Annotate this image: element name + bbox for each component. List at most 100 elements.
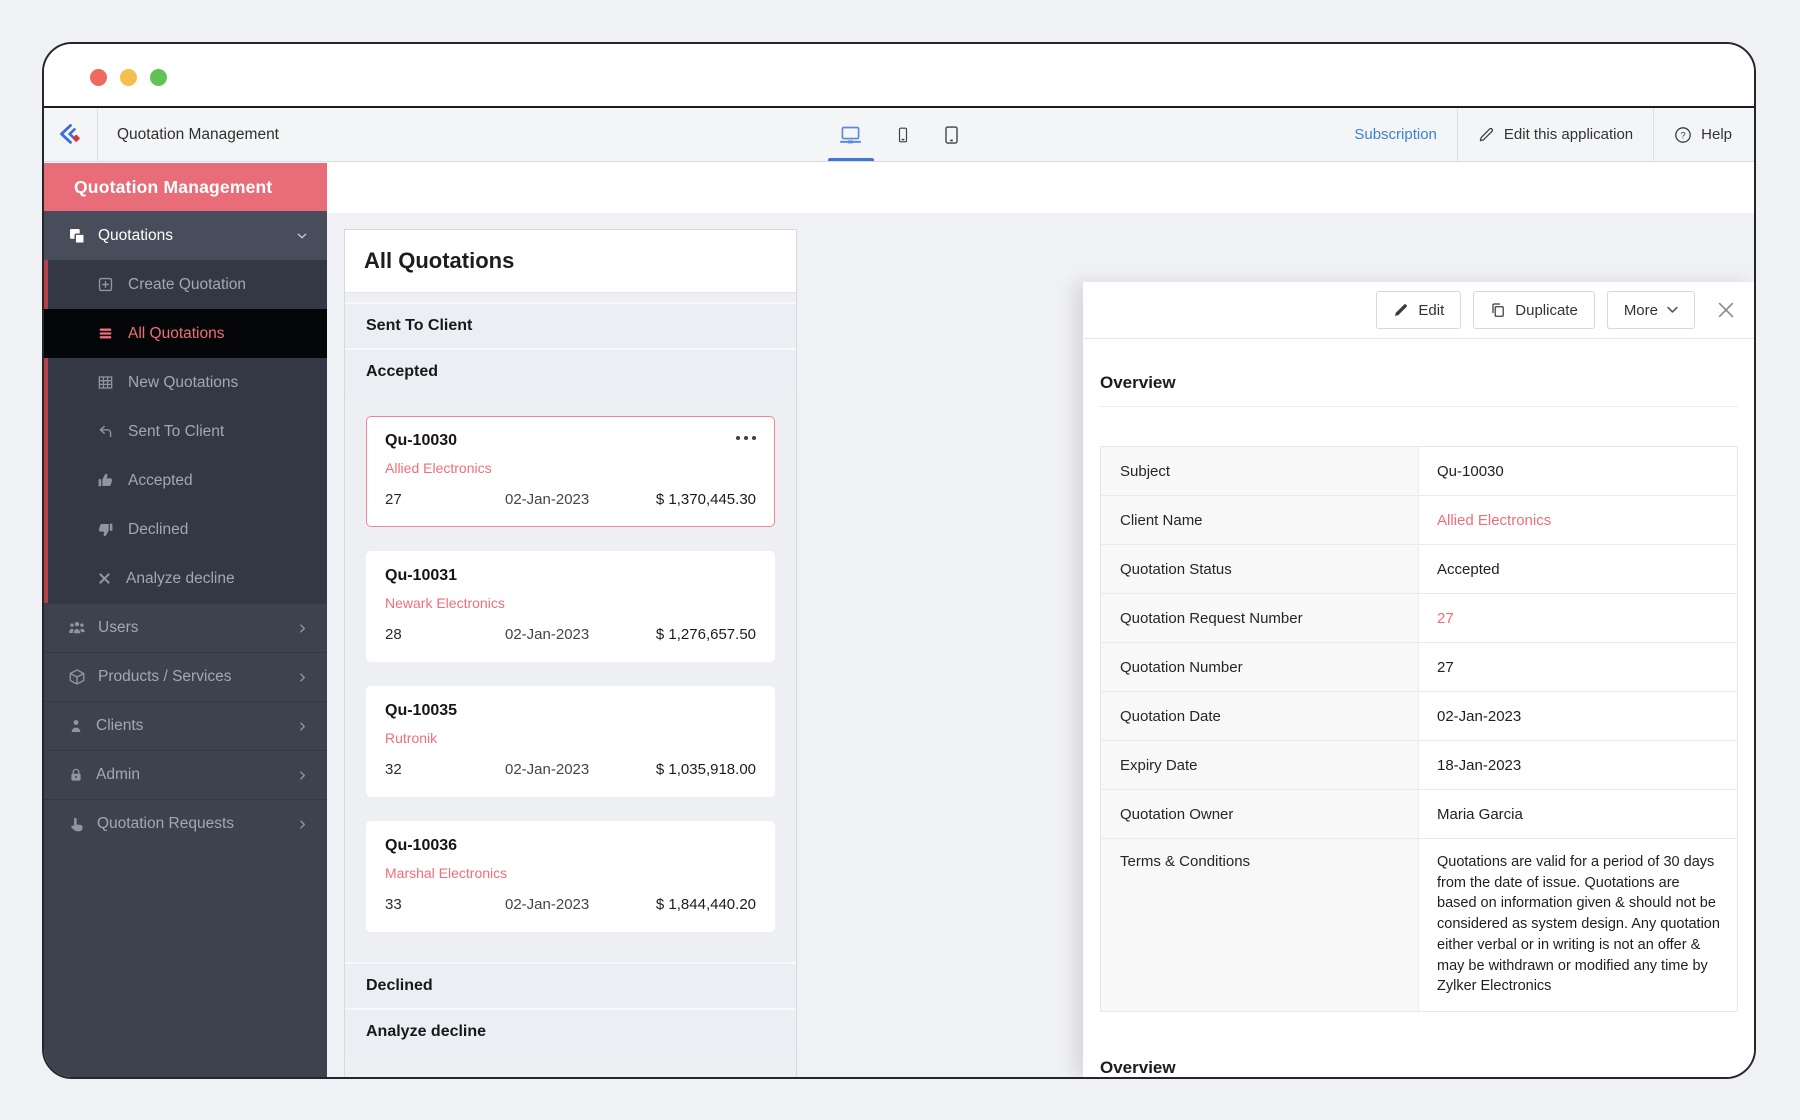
card-amount: $ 1,035,918.00 xyxy=(656,761,756,778)
card-client[interactable]: Marshal Electronics xyxy=(385,865,756,881)
sidebar-item-clients[interactable]: Clients xyxy=(44,701,327,750)
record-detail-panel: Edit Duplicate More Over xyxy=(1083,282,1754,1077)
section-sent-to-client[interactable]: Sent To Client xyxy=(345,302,796,348)
chevron-right-icon xyxy=(296,769,309,782)
card-request-number: 28 xyxy=(385,626,505,643)
zoom-window-icon[interactable] xyxy=(150,69,167,86)
row-label: Quotation Owner xyxy=(1101,790,1419,838)
more-button-label: More xyxy=(1624,302,1658,319)
quotations-list-panel: All Quotations Sent To Client Accepted Q… xyxy=(344,229,797,1079)
edit-button[interactable]: Edit xyxy=(1376,291,1461,329)
more-button[interactable]: More xyxy=(1607,291,1695,329)
card-id: Qu-10030 xyxy=(385,432,457,450)
row-value-link[interactable]: Allied Electronics xyxy=(1419,496,1737,544)
list-panel-header: All Quotations xyxy=(345,230,796,293)
table-row: Quotation Date 02-Jan-2023 xyxy=(1101,692,1737,741)
section-analyze-decline[interactable]: Analyze decline xyxy=(345,1008,796,1054)
card-client[interactable]: Allied Electronics xyxy=(385,460,756,476)
sidebar-item-label: All Quotations xyxy=(128,325,225,343)
row-label: Quotation Status xyxy=(1101,545,1419,593)
table-row: Quotation Request Number 27 xyxy=(1101,594,1737,643)
sidebar-item-sent-to-client[interactable]: Sent To Client xyxy=(48,407,327,456)
active-device-indicator xyxy=(828,158,874,161)
chevron-down-icon xyxy=(295,229,309,243)
tablet-preview-icon[interactable] xyxy=(942,123,962,147)
card-id: Qu-10035 xyxy=(385,702,457,720)
sidebar-app-title: Quotation Management xyxy=(44,163,327,211)
chevron-right-icon xyxy=(296,720,309,733)
table-row: Client Name Allied Electronics xyxy=(1101,496,1737,545)
close-panel-icon[interactable] xyxy=(1717,301,1735,319)
traffic-lights xyxy=(90,69,167,86)
card-date: 02-Jan-2023 xyxy=(505,896,656,913)
users-icon xyxy=(68,619,86,637)
sidebar-item-all-quotations[interactable]: All Quotations xyxy=(44,309,327,358)
thumb-up-icon xyxy=(97,472,114,489)
sidebar-item-label: Accepted xyxy=(128,472,193,490)
quotation-card[interactable]: Qu-10031 Newark Electronics 28 02-Jan-20… xyxy=(366,551,775,662)
card-request-number: 32 xyxy=(385,761,505,778)
quotation-card[interactable]: Qu-10036 Marshal Electronics 33 02-Jan-2… xyxy=(366,821,775,932)
toolbar-divider xyxy=(97,108,98,161)
pencil-icon xyxy=(1393,302,1409,318)
chevron-right-icon xyxy=(296,818,309,831)
app-logo[interactable] xyxy=(44,108,97,161)
row-label: Expiry Date xyxy=(1101,741,1419,789)
plus-square-icon xyxy=(97,276,114,293)
help-button[interactable]: ? Help xyxy=(1654,108,1752,161)
card-id: Qu-10031 xyxy=(385,567,457,585)
section-declined[interactable]: Declined xyxy=(345,962,796,1008)
sidebar-item-create-quotation[interactable]: Create Quotation xyxy=(48,260,327,309)
card-client[interactable]: Newark Electronics xyxy=(385,595,756,611)
table-row: Terms & Conditions Quotations are valid … xyxy=(1101,839,1737,1011)
row-value-link[interactable]: 27 xyxy=(1419,594,1737,642)
close-window-icon[interactable] xyxy=(90,69,107,86)
sidebar-item-users[interactable]: Users xyxy=(44,603,327,652)
chevron-right-icon xyxy=(296,671,309,684)
sidebar-item-admin[interactable]: Admin xyxy=(44,750,327,799)
desktop-preview-icon[interactable] xyxy=(837,123,865,147)
row-label: Quotation Request Number xyxy=(1101,594,1419,642)
table-row: Quotation Owner Maria Garcia xyxy=(1101,790,1737,839)
card-menu-icon[interactable] xyxy=(736,432,756,440)
sidebar-item-declined[interactable]: Declined xyxy=(48,505,327,554)
stacked-squares-icon xyxy=(68,227,86,245)
quotation-card[interactable]: Qu-10030 Allied Electronics 27 02-Jan-20… xyxy=(366,416,775,527)
sidebar-submenu: Create Quotation All Quotations New Quot… xyxy=(44,260,327,603)
top-toolbar: Quotation Management xyxy=(44,108,1754,162)
x-mark-icon xyxy=(97,571,112,586)
sidebar-group-quotations[interactable]: Quotations xyxy=(44,211,327,260)
subscription-link[interactable]: Subscription xyxy=(1354,126,1437,143)
detail-header: Edit Duplicate More xyxy=(1083,282,1754,339)
section-accepted[interactable]: Accepted xyxy=(345,348,796,394)
card-amount: $ 1,370,445.30 xyxy=(656,491,756,508)
phone-preview-icon[interactable] xyxy=(895,123,912,147)
row-label: Client Name xyxy=(1101,496,1419,544)
sidebar-item-label: Analyze decline xyxy=(126,570,235,588)
minimize-window-icon[interactable] xyxy=(120,69,137,86)
table-row: Quotation Status Accepted xyxy=(1101,545,1737,594)
sidebar-item-quotation-requests[interactable]: Quotation Requests xyxy=(44,799,327,848)
table-row: Expiry Date 18-Jan-2023 xyxy=(1101,741,1737,790)
sidebar-item-analyze-decline[interactable]: Analyze decline xyxy=(48,554,327,603)
edit-application-button[interactable]: Edit this application xyxy=(1458,108,1653,161)
sidebar-item-accepted[interactable]: Accepted xyxy=(48,456,327,505)
row-label: Terms & Conditions xyxy=(1101,839,1419,1011)
sidebar-item-new-quotations[interactable]: New Quotations xyxy=(48,358,327,407)
row-value: 18-Jan-2023 xyxy=(1419,741,1737,789)
sidebar-item-label: Quotation Requests xyxy=(97,815,234,833)
thumb-down-icon xyxy=(97,521,114,538)
list-bars-icon xyxy=(97,325,114,342)
card-amount: $ 1,276,657.50 xyxy=(656,626,756,643)
row-value: 02-Jan-2023 xyxy=(1419,692,1737,740)
sidebar-item-products-services[interactable]: Products / Services xyxy=(44,652,327,701)
quotation-card[interactable]: Qu-10035 Rutronik 32 02-Jan-2023 $ 1,035… xyxy=(366,686,775,797)
window-titlebar xyxy=(44,44,1754,106)
card-date: 02-Jan-2023 xyxy=(505,761,656,778)
duplicate-button[interactable]: Duplicate xyxy=(1473,291,1595,329)
app-window: Quotation Management xyxy=(42,42,1756,1079)
list-panel-title: All Quotations xyxy=(364,248,514,274)
card-client[interactable]: Rutronik xyxy=(385,730,756,746)
sidebar-item-label: Declined xyxy=(128,521,188,539)
row-value: 27 xyxy=(1419,643,1737,691)
